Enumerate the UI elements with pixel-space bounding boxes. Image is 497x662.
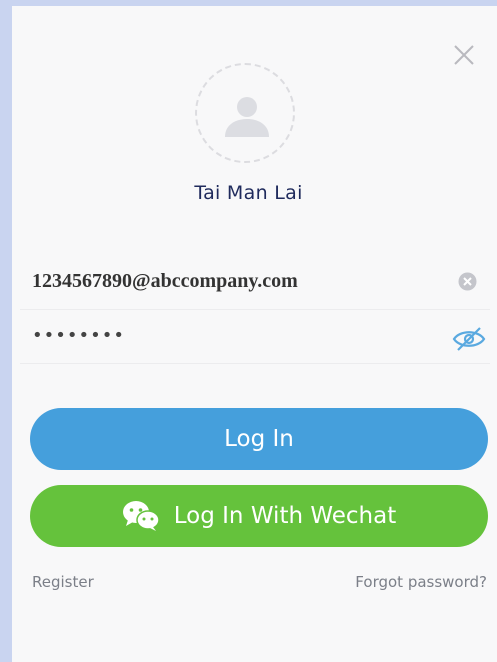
forgot-password-link[interactable]: Forgot password? bbox=[355, 573, 487, 591]
password-field bbox=[20, 309, 490, 364]
close-icon bbox=[454, 45, 474, 65]
toggle-password-visibility[interactable] bbox=[452, 326, 486, 352]
profile-name: Tai Man Lai bbox=[194, 182, 303, 204]
email-field bbox=[20, 255, 490, 310]
clear-circle-icon bbox=[458, 272, 477, 291]
user-placeholder-icon bbox=[225, 97, 269, 137]
wechat-button-label: Log In With Wechat bbox=[173, 503, 397, 529]
register-link[interactable]: Register bbox=[32, 573, 94, 591]
login-button-label: Log In bbox=[224, 426, 294, 452]
eye-off-icon bbox=[452, 327, 486, 351]
login-button[interactable]: Log In bbox=[30, 408, 488, 470]
avatar[interactable] bbox=[195, 63, 295, 163]
clear-email-button[interactable] bbox=[458, 272, 477, 291]
email-input[interactable] bbox=[32, 255, 432, 307]
close-button[interactable] bbox=[449, 40, 479, 70]
wechat-icon bbox=[122, 501, 160, 531]
wechat-login-button[interactable]: Log In With Wechat bbox=[30, 485, 488, 547]
password-input[interactable] bbox=[32, 309, 432, 361]
